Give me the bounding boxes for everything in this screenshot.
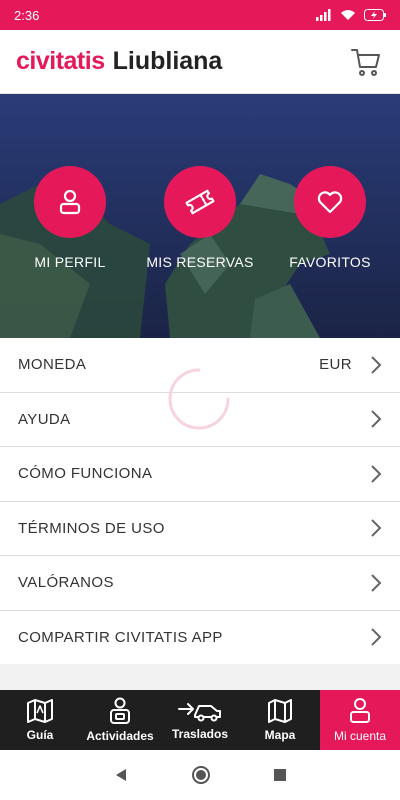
shortcut-label: MI PERFIL [34, 254, 106, 270]
transfer-car-icon [178, 703, 221, 722]
profile-circle-button[interactable] [34, 166, 106, 238]
battery-icon [364, 9, 386, 21]
shortcut-my-profile[interactable]: MI PERFIL [5, 166, 135, 270]
back-icon[interactable] [113, 767, 129, 783]
menu-item-terms[interactable]: TÉRMINOS DE USO [0, 502, 400, 556]
page-title: Liubliana [112, 47, 223, 75]
menu-item-label: TÉRMINOS DE USO [18, 519, 165, 537]
home-icon[interactable] [191, 765, 211, 785]
nav-tab-guide[interactable]: Guía [0, 690, 80, 750]
map-icon [268, 699, 292, 723]
nav-tab-label: Guía [26, 728, 54, 742]
chevron-right-icon [371, 356, 382, 374]
currency-value: EUR [319, 356, 352, 374]
heart-icon [317, 191, 343, 214]
shortcut-label: FAVORITOS [289, 254, 371, 270]
menu-item-label: COMPARTIR CIVITATIS APP [18, 628, 223, 646]
loading-spinner-icon [168, 368, 230, 430]
bottom-navigation: Guía Actividades Traslados Mapa Mi cuent… [0, 690, 400, 750]
shortcut-label: MIS RESERVAS [146, 254, 254, 270]
chevron-right-icon [371, 574, 382, 592]
favorites-circle-button[interactable] [294, 166, 366, 238]
activities-icon [110, 697, 130, 724]
nav-tab-label: Traslados [171, 727, 229, 741]
nav-tab-label: Mapa [264, 728, 296, 742]
shortcut-my-bookings[interactable]: MIS RESERVAS [135, 166, 265, 270]
hero-banner: MI PERFIL MIS RESERVAS FAVORITOS [0, 94, 400, 338]
menu-item-rate-us[interactable]: VALÓRANOS [0, 556, 400, 611]
chevron-right-icon [371, 465, 382, 483]
nav-tab-activities[interactable]: Actividades [80, 690, 160, 750]
map-guide-icon [27, 699, 53, 723]
menu-item-label: CÓMO FUNCIONA [18, 465, 153, 483]
bookings-circle-button[interactable] [164, 166, 236, 238]
nav-tab-transfers[interactable]: Traslados [160, 690, 240, 750]
system-navigation-bar [0, 750, 400, 800]
status-time: 2:36 [14, 7, 40, 23]
menu-item-share-app[interactable]: COMPARTIR CIVITATIS APP [0, 611, 400, 665]
shortcut-favorites[interactable]: FAVORITOS [265, 166, 395, 270]
recents-icon[interactable] [273, 768, 287, 782]
brand-logo[interactable]: civitatis [16, 47, 105, 76]
chevron-right-icon [371, 410, 382, 428]
nav-tab-my-account[interactable]: Mi cuenta [320, 690, 400, 750]
app-header: civitatis Liubliana [0, 30, 400, 94]
wifi-icon [341, 10, 355, 20]
nav-tab-map[interactable]: Mapa [240, 690, 320, 750]
menu-footer-space [0, 664, 400, 690]
user-icon [59, 189, 81, 215]
chevron-right-icon [371, 628, 382, 646]
menu-item-how-it-works[interactable]: CÓMO FUNCIONA [0, 447, 400, 502]
nav-tab-label: Actividades [86, 729, 154, 743]
cart-icon [351, 48, 380, 76]
ticket-icon [185, 189, 215, 215]
signal-icon [316, 9, 331, 21]
account-icon [350, 698, 370, 723]
chevron-right-icon [371, 519, 382, 537]
nav-tab-label: Mi cuenta [333, 729, 387, 743]
menu-item-label: VALÓRANOS [18, 574, 114, 592]
status-bar: 2:36 [0, 0, 400, 30]
cart-button[interactable] [348, 44, 384, 80]
status-icons [316, 9, 386, 21]
